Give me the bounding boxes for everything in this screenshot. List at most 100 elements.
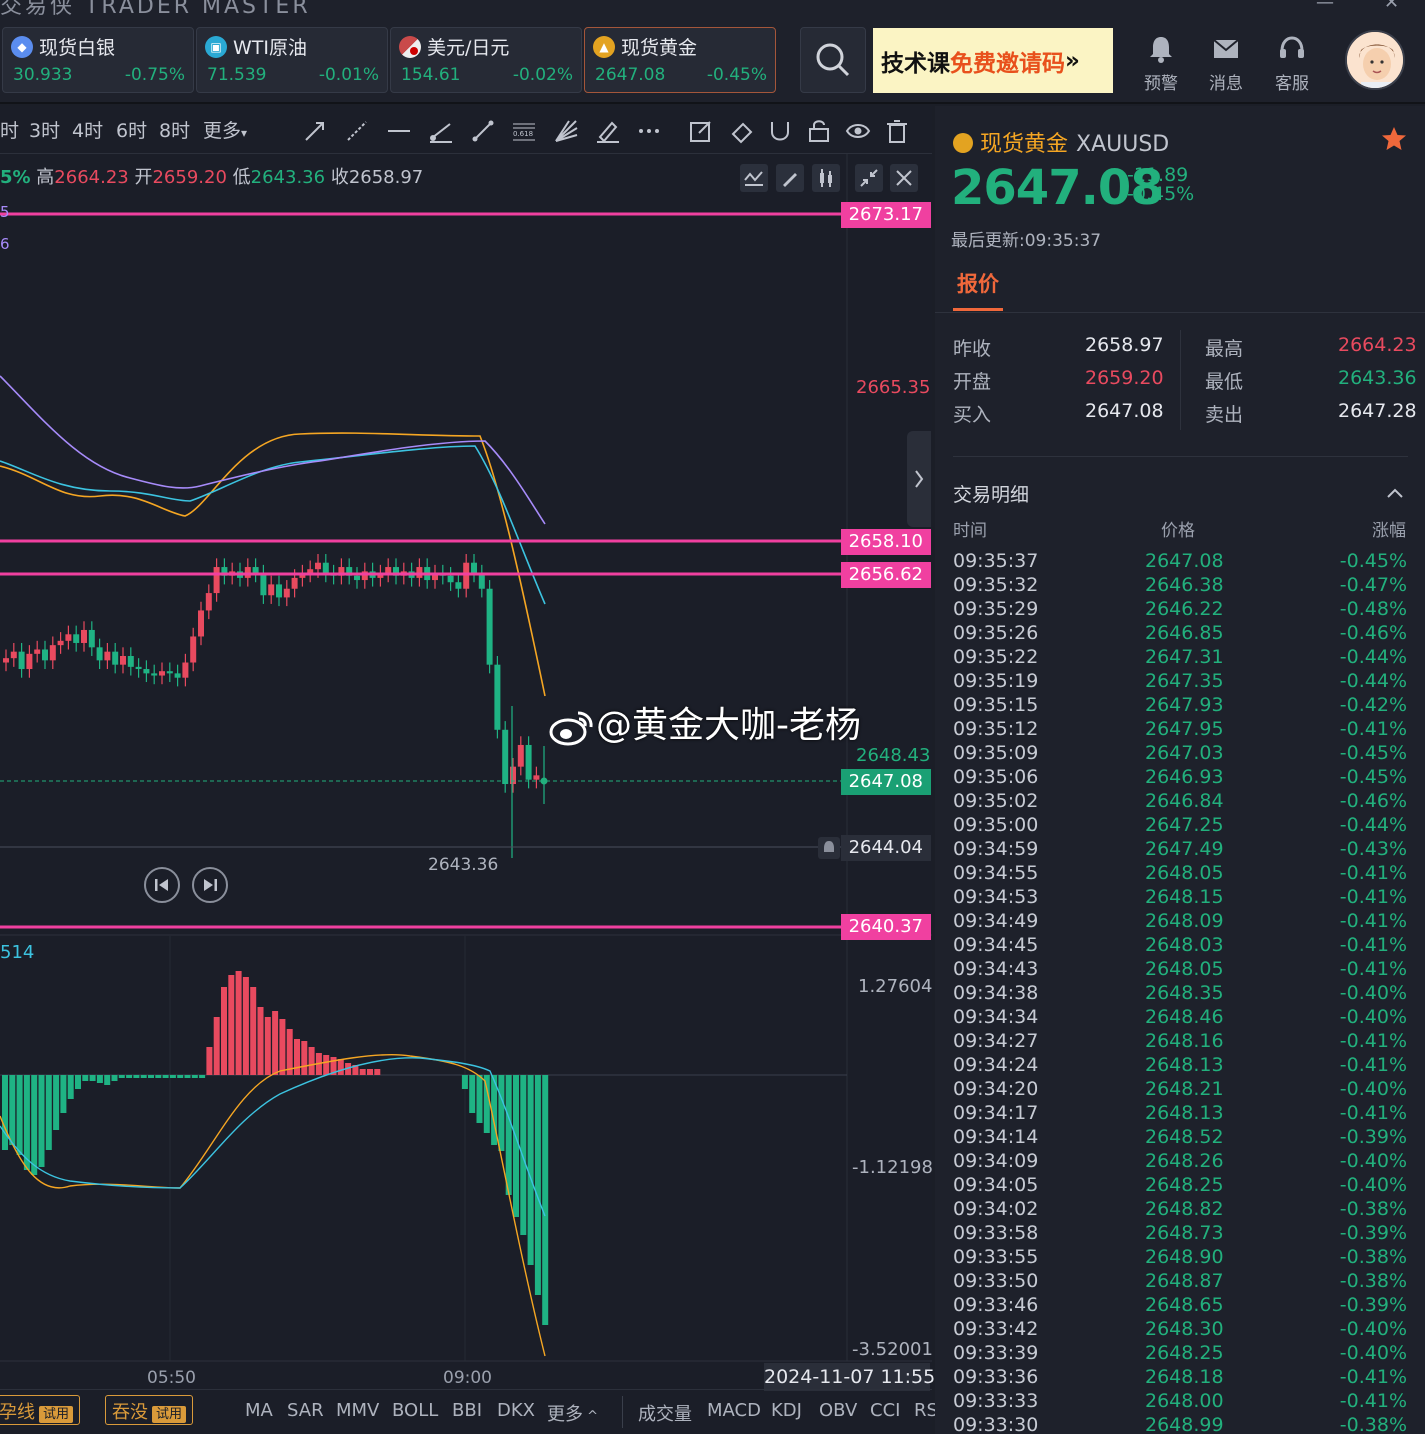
trade-change: -0.45% <box>1339 742 1407 764</box>
close-window-icon[interactable]: ✕ <box>1384 0 1399 13</box>
indicator-obv[interactable]: OBV <box>819 1400 857 1421</box>
support-button[interactable]: 客服 <box>1262 30 1322 96</box>
bell-alert-icon[interactable] <box>818 837 840 859</box>
quote-card-oil[interactable]: ▣ WTI原油 71.539 -0.01% <box>196 27 388 93</box>
eye-icon[interactable] <box>845 118 871 144</box>
favorite-star-icon[interactable] <box>1381 126 1407 152</box>
macd-bar <box>82 1075 89 1081</box>
more-tools-icon[interactable] <box>636 118 662 144</box>
watermark: @黄金大咖-老杨 <box>548 696 861 748</box>
alert-button[interactable]: 预警 <box>1131 30 1191 96</box>
trade-row: 09:34:55 2648.05 -0.41% <box>935 862 1425 886</box>
minimize-icon[interactable]: — <box>1316 0 1334 13</box>
timeframe-4h[interactable]: 4时 <box>72 116 103 143</box>
eraser-icon[interactable] <box>729 118 755 144</box>
timeframe-6h[interactable]: 6时 <box>116 116 147 143</box>
instrument-name: 现货黄金 <box>980 132 1069 157</box>
chevron-up-icon[interactable] <box>1385 486 1405 500</box>
trade-time: 09:35:00 <box>953 814 1039 836</box>
candle-body <box>471 562 477 574</box>
macd-bar <box>67 1075 74 1099</box>
candle-body <box>533 775 540 780</box>
indicator-settings-button[interactable] <box>740 164 768 192</box>
candle-style-button[interactable] <box>812 164 840 192</box>
indicator-dkx[interactable]: DKX <box>497 1400 535 1421</box>
close-chart-button[interactable] <box>890 164 918 192</box>
trade-row: 09:34:53 2648.15 -0.41% <box>935 886 1425 910</box>
trade-row: 09:33:42 2648.30 -0.40% <box>935 1318 1425 1342</box>
timeframe-8h[interactable]: 8时 <box>159 116 190 143</box>
indicator-bbi[interactable]: BBI <box>452 1400 482 1421</box>
timeframe-more-label: 更多 <box>203 120 242 142</box>
edit-tool-icon[interactable] <box>688 118 714 144</box>
timeframe-1h[interactable]: 时 <box>0 116 19 143</box>
candle-body <box>276 584 282 598</box>
ray-tool-icon[interactable] <box>344 118 370 144</box>
trade-price: 2646.38 <box>1145 574 1224 596</box>
chart-canvas[interactable] <box>0 106 932 1434</box>
gann-fan-tool-icon[interactable] <box>553 118 579 144</box>
macd-bar <box>213 1017 220 1075</box>
trade-change: -0.38% <box>1339 1198 1407 1220</box>
magnet-icon[interactable] <box>767 118 793 144</box>
low-label: 最低 <box>1205 371 1244 393</box>
message-label: 消息 <box>1209 74 1243 94</box>
fibonacci-tool-icon[interactable]: 0.618 <box>511 118 537 144</box>
panel-change-pct: -0.45% <box>1127 183 1195 205</box>
trend-line-tool-icon[interactable] <box>428 118 454 144</box>
panel-toggle-button[interactable] <box>907 431 931 527</box>
indicator-kdj[interactable]: KDJ <box>771 1400 802 1421</box>
indicator-mmv[interactable]: MMV <box>336 1400 379 1421</box>
quote-card-silver[interactable]: ◆ 现货白银 30.933 -0.75% <box>2 27 194 93</box>
trash-icon[interactable] <box>884 118 910 144</box>
search-button[interactable] <box>800 27 866 93</box>
avatar[interactable] <box>1345 30 1405 90</box>
draw-button[interactable] <box>776 164 804 192</box>
trade-change: -0.39% <box>1339 1294 1407 1316</box>
trade-change: -0.40% <box>1339 1150 1407 1172</box>
quote-card-gold[interactable]: ▲ 现货黄金 2647.08 -0.45% <box>584 27 776 93</box>
trade-time: 09:34:05 <box>953 1174 1039 1196</box>
promo-banner[interactable]: 技术课 免费邀请码» <box>873 28 1113 93</box>
candle-body <box>213 567 220 594</box>
macd-bar <box>23 1075 30 1170</box>
macd-bar <box>279 1019 286 1075</box>
prev-button[interactable] <box>144 867 180 903</box>
trade-row: 09:35:06 2646.93 -0.45% <box>935 766 1425 790</box>
timeframe-more[interactable]: 更多▾ <box>203 116 247 143</box>
trade-price: 2648.52 <box>1145 1126 1224 1148</box>
timeframe-3h[interactable]: 3时 <box>29 116 60 143</box>
indicator-more[interactable]: 更多 ^ <box>547 1400 598 1426</box>
macd-bar <box>476 1075 483 1123</box>
collapse-button[interactable] <box>855 164 883 192</box>
next-button[interactable] <box>192 867 228 903</box>
chart-area[interactable]: 时 3时 4时 6时 8时 更多▾ 0.618 5% 高2664.23 开265… <box>0 106 938 1434</box>
brush-tool-icon[interactable] <box>595 118 621 144</box>
indicator-ma[interactable]: MA <box>245 1400 273 1421</box>
arrow-tool-icon[interactable] <box>302 118 328 144</box>
indicator-boll[interactable]: BOLL <box>392 1400 438 1421</box>
macd-bar <box>505 1075 512 1195</box>
indicator-macd[interactable]: MACD <box>707 1400 761 1421</box>
segment-tool-icon[interactable] <box>470 118 496 144</box>
horizontal-line-tool-icon[interactable] <box>386 118 412 144</box>
silver-coin-icon: ◆ <box>11 36 33 58</box>
quote-card-usdjpy[interactable]: 美元/日元 154.61 -0.02% <box>390 27 582 93</box>
macd-bar <box>498 1075 505 1151</box>
tab-quote[interactable]: 报价 <box>957 268 999 298</box>
indicator-volume[interactable]: 成交量 <box>638 1400 692 1426</box>
trade-price: 2648.82 <box>1145 1198 1224 1220</box>
candle-body <box>486 588 493 665</box>
macd-dif-line <box>0 1053 546 1357</box>
message-button[interactable]: 消息 <box>1196 30 1256 96</box>
low-price-marker: 2643.36 <box>428 855 499 875</box>
trade-time: 09:35:09 <box>953 742 1039 764</box>
lock-icon[interactable] <box>806 118 832 144</box>
indicator-sar[interactable]: SAR <box>287 1400 324 1421</box>
indicator-cci[interactable]: CCI <box>870 1400 900 1421</box>
macd-bar <box>155 1075 162 1078</box>
trade-price: 2648.00 <box>1145 1390 1224 1412</box>
pattern-harami-button[interactable]: 孕线 试用 <box>0 1395 81 1425</box>
trade-change: -0.41% <box>1339 1366 1407 1388</box>
pattern-engulfing-button[interactable]: 吞没 试用 <box>105 1395 194 1425</box>
